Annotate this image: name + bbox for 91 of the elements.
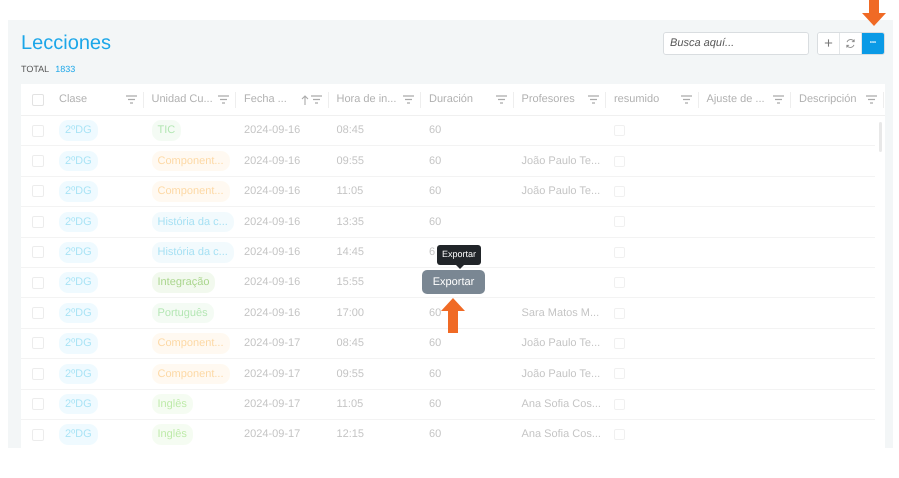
class-tag: 2ºDG — [59, 364, 98, 384]
class-tag: 2ºDG — [59, 181, 98, 202]
date-cell: 2024-09-16 — [244, 154, 300, 167]
unit-tag: História da c... — [152, 212, 234, 232]
date-cell: 2024-09-17 — [244, 428, 300, 440]
date-cell: 2024-09-16 — [244, 216, 300, 228]
column-header[interactable]: Unidad Cu... — [152, 91, 213, 108]
column-header[interactable]: Duración — [429, 91, 474, 108]
page-title: Lecciones — [21, 31, 112, 56]
date-cell: 2024-09-16 — [244, 276, 300, 288]
column-header[interactable]: Fecha ... — [244, 91, 287, 108]
arrow-icon — [862, 0, 886, 26]
unit-tag: Inglês — [152, 394, 193, 414]
filter-icon[interactable] — [773, 95, 784, 104]
date-cell: 2024-09-17 — [244, 337, 300, 350]
time-cell: 11:05 — [336, 185, 364, 198]
filter-icon[interactable] — [496, 95, 506, 104]
teacher-cell: João Paulo Te... — [522, 185, 600, 198]
unit-tag: Component... — [152, 181, 230, 202]
column-header[interactable]: Descripción — [799, 91, 856, 108]
time-cell: 09:55 — [336, 154, 364, 167]
unit-tag: História da c... — [152, 242, 234, 262]
date-cell: 2024-09-17 — [244, 398, 300, 410]
teacher-cell: João Paulo Te... — [522, 368, 600, 380]
class-tag: 2ºDG — [59, 302, 98, 324]
duration-cell: 60 — [429, 337, 442, 350]
class-tag: 2ºDG — [59, 150, 98, 172]
time-cell: 14:45 — [336, 246, 364, 258]
teacher-cell: João Paulo Te... — [522, 337, 600, 350]
column-header[interactable]: Ajuste de ... — [706, 91, 765, 108]
filter-icon[interactable] — [126, 95, 136, 104]
filter-icon[interactable] — [403, 95, 414, 104]
time-cell: 12:15 — [336, 428, 364, 440]
total-count: 1833 — [55, 63, 76, 76]
teacher-cell: Ana Sofia Cos... — [522, 428, 601, 440]
date-cell: 2024-09-16 — [244, 306, 300, 319]
unit-tag: TIC — [152, 120, 182, 141]
time-cell: 09:55 — [336, 368, 364, 380]
date-cell: 2024-09-16 — [244, 124, 300, 136]
duration-cell: 60 — [429, 185, 442, 198]
time-cell: 11:05 — [336, 398, 364, 410]
class-tag: 2ºDG — [59, 394, 98, 414]
duration-cell: 60 — [429, 216, 442, 228]
class-tag: 2ºDG — [59, 242, 98, 262]
unit-tag: Component... — [152, 364, 230, 384]
column-header[interactable]: Profesores — [522, 91, 575, 108]
refresh-icon — [845, 38, 856, 48]
date-cell: 2024-09-16 — [244, 185, 300, 198]
duration-cell: 60 — [429, 398, 442, 410]
column-header[interactable]: resumido — [614, 91, 660, 108]
duration-cell: 60 — [429, 368, 442, 380]
unit-tag: Component... — [152, 150, 230, 172]
class-tag: 2ºDG — [59, 212, 98, 232]
class-tag: 2ºDG — [59, 120, 98, 141]
unit-tag: Integração — [152, 272, 216, 293]
filter-icon[interactable] — [866, 95, 876, 104]
duration-cell: 60 — [429, 428, 442, 440]
arrow-icon — [441, 298, 465, 333]
column-header[interactable]: Clase — [59, 91, 88, 108]
teacher-cell: João Paulo Te... — [522, 154, 600, 167]
duration-cell: 6 — [429, 246, 436, 258]
refresh-button[interactable] — [840, 32, 862, 54]
teacher-cell: Sara Matos M... — [522, 306, 600, 319]
filter-icon[interactable] — [310, 95, 322, 104]
class-tag: 2ºDG — [59, 333, 98, 354]
class-tag: 2ºDG — [59, 424, 98, 445]
date-cell: 2024-09-16 — [244, 246, 300, 258]
time-cell: 08:45 — [336, 337, 364, 350]
add-button[interactable]: + — [818, 32, 840, 54]
duration-cell: 60 — [429, 124, 442, 136]
unit-tag: Português — [152, 302, 214, 324]
time-cell: 15:55 — [336, 276, 364, 288]
total-label: TOTAL — [21, 63, 50, 76]
duration-cell: 60 — [429, 306, 442, 319]
time-cell: 17:00 — [336, 306, 364, 319]
date-cell: 2024-09-17 — [244, 368, 300, 380]
time-cell: 13:35 — [336, 216, 364, 228]
class-tag: 2ºDG — [59, 272, 98, 293]
filter-icon[interactable] — [588, 95, 599, 104]
search-field[interactable]: Busca aquí... — [663, 32, 809, 54]
column-header[interactable]: Hora de in... — [336, 91, 396, 108]
teacher-cell: Ana Sofia Cos... — [522, 398, 601, 410]
filter-icon[interactable] — [680, 95, 692, 104]
sort-arrow-icon[interactable] — [300, 94, 308, 104]
unit-tag: Component... — [152, 333, 230, 354]
time-cell: 08:45 — [336, 124, 364, 136]
export-button[interactable]: Exportar — [422, 270, 485, 294]
unit-tag: Inglês — [152, 424, 193, 445]
duration-cell: 60 — [429, 154, 442, 167]
filter-icon[interactable] — [218, 95, 229, 104]
checkbox[interactable] — [32, 94, 44, 106]
